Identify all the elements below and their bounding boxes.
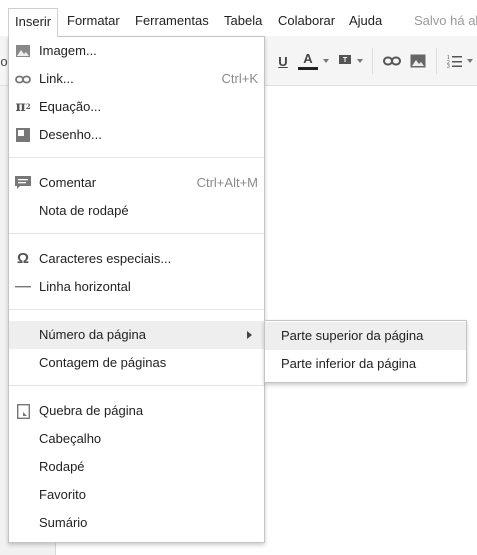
menu-colaborar[interactable]: Colaborar xyxy=(278,8,335,36)
menu-item-link[interactable]: Link... Ctrl+K xyxy=(9,65,264,93)
menu-item-drawing[interactable]: Desenho... xyxy=(9,121,264,149)
menu-item-table-of-contents[interactable]: Sumário xyxy=(9,509,264,537)
menu-item-label: Nota de rodapé xyxy=(39,203,129,218)
menu-ferramentas[interactable]: Ferramentas xyxy=(135,8,209,36)
text-color-button[interactable]: A xyxy=(296,50,320,72)
toolbar-left-fragment: o xyxy=(0,53,8,69)
menu-item-label: Caracteres especiais... xyxy=(39,251,172,266)
numbered-list-button[interactable]: 123 xyxy=(446,50,464,72)
numbered-list-icon: 123 xyxy=(447,55,462,68)
submenu-item-label: Parte superior da página xyxy=(281,328,424,343)
menu-ajuda[interactable]: Ajuda xyxy=(349,8,382,36)
menu-item-bookmark[interactable]: Favorito xyxy=(9,481,264,509)
save-status: Salvo há al xyxy=(414,13,477,28)
link-button[interactable] xyxy=(382,50,402,72)
toolbar-separator xyxy=(436,48,437,74)
menu-item-footer[interactable]: Rodapé xyxy=(9,453,264,481)
equation-superscript: 2 xyxy=(25,102,31,111)
menu-item-label: Número da página xyxy=(39,327,146,342)
menu-item-label: Rodapé xyxy=(39,459,85,474)
text-color-swatch xyxy=(298,67,318,70)
menu-item-footnote[interactable]: Nota de rodapé xyxy=(9,197,264,225)
submenu-arrow-icon xyxy=(247,331,252,339)
highlight-color-dropdown[interactable] xyxy=(356,50,364,72)
menu-item-label: Cabeçalho xyxy=(39,431,102,446)
image-icon xyxy=(410,54,426,68)
pi-equation-icon: π2 xyxy=(15,99,31,115)
submenu-item-top-of-page[interactable]: Parte superior da página xyxy=(265,322,466,350)
chevron-down-icon xyxy=(323,59,329,63)
chevron-down-icon xyxy=(467,59,473,63)
menu-item-equation[interactable]: π2 Equação... xyxy=(9,93,264,121)
menu-item-image[interactable]: Imagem... xyxy=(9,37,264,65)
menu-item-page-break[interactable]: Quebra de página xyxy=(9,397,264,425)
menu-item-label: Equação... xyxy=(39,99,102,114)
text-color-icon: A xyxy=(303,51,313,66)
image-button[interactable] xyxy=(408,50,428,72)
menu-item-label: Quebra de página xyxy=(39,403,144,418)
drawing-icon xyxy=(15,127,31,143)
menu-item-comment[interactable]: Comentar Ctrl+Alt+M xyxy=(9,169,264,197)
menu-item-special-characters[interactable]: Ω Caracteres especiais... xyxy=(9,245,264,273)
svg-text:T: T xyxy=(343,57,348,64)
numbered-list-dropdown[interactable] xyxy=(466,50,474,72)
menu-item-page-number[interactable]: Número da página xyxy=(9,321,264,349)
menu-item-shortcut: Ctrl+K xyxy=(221,71,258,86)
submenu-item-label: Parte inferior da página xyxy=(281,356,417,371)
menu-bar: Inserir Formatar Ferramentas Tabela Cola… xyxy=(0,0,477,37)
menu-item-label: Imagem... xyxy=(39,43,97,58)
menu-item-label: Sumário xyxy=(39,515,88,530)
menu-tabela[interactable]: Tabela xyxy=(224,8,262,36)
link-icon xyxy=(15,71,31,87)
page-number-submenu: Parte superior da página Parte inferior … xyxy=(264,320,467,383)
menu-item-label: Link... xyxy=(39,71,74,86)
link-icon xyxy=(383,56,401,66)
menu-separator xyxy=(9,309,264,310)
highlight-color-icon: T xyxy=(339,55,351,64)
comment-icon xyxy=(15,175,31,191)
menu-item-label: Desenho... xyxy=(39,127,102,142)
submenu-item-bottom-of-page[interactable]: Parte inferior da página xyxy=(265,350,466,378)
chevron-down-icon xyxy=(357,59,363,63)
menu-item-label: Contagem de páginas xyxy=(39,355,167,370)
menu-item-horizontal-line[interactable]: Linha horizontal xyxy=(9,273,264,301)
menu-inserir[interactable]: Inserir xyxy=(8,8,59,37)
underline-icon: U xyxy=(278,53,288,69)
menu-item-label: Favorito xyxy=(39,487,86,502)
menu-item-label: Comentar xyxy=(39,175,97,190)
underline-button[interactable]: U xyxy=(276,50,290,72)
omega-icon: Ω xyxy=(16,250,30,267)
menu-item-page-count[interactable]: Contagem de páginas xyxy=(9,349,264,377)
menu-item-shortcut: Ctrl+Alt+M xyxy=(196,175,258,190)
text-color-dropdown[interactable] xyxy=(322,50,330,72)
menu-item-label: Linha horizontal xyxy=(39,279,131,294)
menu-item-header[interactable]: Cabeçalho xyxy=(9,425,264,453)
menu-separator xyxy=(9,385,264,386)
svg-text:3: 3 xyxy=(447,64,450,68)
menu-separator xyxy=(9,157,264,158)
insert-menu: Imagem... Link... Ctrl+K π2 Equação... D… xyxy=(8,36,265,543)
page-break-icon xyxy=(15,403,31,419)
menu-separator xyxy=(9,233,264,234)
image-icon xyxy=(15,43,31,59)
highlight-color-button[interactable]: T xyxy=(336,50,354,72)
menu-formatar[interactable]: Formatar xyxy=(67,8,120,36)
horizontal-line-icon xyxy=(15,279,31,295)
toolbar-separator xyxy=(372,48,373,74)
